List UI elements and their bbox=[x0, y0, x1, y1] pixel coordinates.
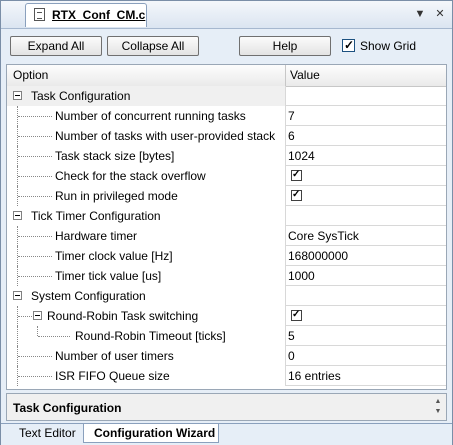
description-title: Task Configuration bbox=[13, 401, 122, 415]
tree-line bbox=[18, 316, 32, 318]
option-value[interactable]: 16 entries bbox=[288, 369, 341, 383]
show-grid-checkbox[interactable]: ✓ bbox=[342, 38, 355, 52]
option-row[interactable]: Number of tasks with user-provided stack… bbox=[7, 126, 446, 146]
option-row[interactable]: Task stack size [bytes] 1024 bbox=[7, 146, 446, 166]
collapse-toggle-icon[interactable] bbox=[33, 311, 42, 320]
option-row[interactable]: Number of concurrent running tasks 7 bbox=[7, 106, 446, 126]
collapse-toggle-icon[interactable] bbox=[13, 91, 22, 100]
option-value[interactable]: 168000000 bbox=[288, 249, 348, 263]
option-label: Number of user timers bbox=[55, 349, 174, 363]
group-row[interactable]: Task Configuration bbox=[7, 86, 446, 106]
file-tab[interactable]: RTX_Conf_CM.c bbox=[25, 3, 147, 27]
option-row[interactable]: Run in privileged mode ✓ bbox=[7, 186, 446, 206]
option-row[interactable]: Timer clock value [Hz] 168000000 bbox=[7, 246, 446, 266]
option-label: Round-Robin Timeout [ticks] bbox=[75, 329, 226, 343]
group-row[interactable]: System Configuration bbox=[7, 286, 446, 306]
tree-line bbox=[18, 236, 52, 238]
option-column-header: Option bbox=[13, 68, 49, 82]
tree-line bbox=[18, 116, 52, 118]
file-icon bbox=[34, 8, 45, 21]
checkmark-icon: ✓ bbox=[292, 189, 301, 200]
collapse-toggle-icon[interactable] bbox=[13, 291, 22, 300]
scroll-spinner[interactable]: ▲ ▼ bbox=[433, 397, 443, 417]
file-tab-title: RTX_Conf_CM.c bbox=[52, 8, 146, 22]
option-value[interactable]: 0 bbox=[288, 349, 295, 363]
tree-line bbox=[18, 356, 52, 358]
checkmark-icon: ✓ bbox=[292, 169, 301, 180]
collapse-all-button[interactable]: Collapse All bbox=[107, 36, 199, 56]
option-label: Number of tasks with user-provided stack bbox=[55, 129, 276, 143]
option-label: Timer clock value [Hz] bbox=[55, 249, 173, 263]
option-label: Tick Timer Configuration bbox=[31, 209, 161, 223]
option-row[interactable]: Round-Robin Task switching ✓ bbox=[7, 306, 446, 326]
option-value[interactable]: 5 bbox=[288, 329, 295, 343]
description-panel: Task Configuration ▲ ▼ bbox=[6, 393, 447, 421]
option-value[interactable]: 6 bbox=[288, 129, 295, 143]
option-value[interactable]: Core SysTick bbox=[288, 229, 359, 243]
option-label: Hardware timer bbox=[55, 229, 138, 243]
option-label: Round-Robin Task switching bbox=[47, 309, 199, 323]
tree-line bbox=[18, 256, 52, 258]
group-row[interactable]: Tick Timer Configuration bbox=[7, 206, 446, 226]
value-checkbox[interactable]: ✓ bbox=[291, 169, 302, 181]
grid-header: Option Value bbox=[7, 65, 446, 87]
tree-line bbox=[18, 176, 52, 178]
option-row[interactable]: Timer tick value [us] 1000 bbox=[7, 266, 446, 286]
tree-line bbox=[38, 336, 70, 338]
window-menu-icon[interactable]: ▼ bbox=[413, 7, 427, 21]
tree-line bbox=[18, 376, 52, 378]
expand-all-button[interactable]: Expand All bbox=[10, 36, 102, 56]
tree-line bbox=[17, 326, 19, 346]
tree-line bbox=[18, 156, 52, 158]
option-row[interactable]: Round-Robin Timeout [ticks] 5 bbox=[7, 326, 446, 346]
checkmark-icon: ✓ bbox=[344, 38, 355, 52]
tab-text-editor[interactable]: Text Editor bbox=[9, 424, 81, 443]
bottom-tab-bar: Text Editor Configuration Wizard bbox=[1, 423, 452, 445]
config-grid: Option Value Task Configuration Number of… bbox=[6, 64, 447, 390]
option-label: Number of concurrent running tasks bbox=[55, 109, 246, 123]
option-row[interactable]: ISR FIFO Queue size 16 entries bbox=[7, 366, 446, 386]
checkmark-icon: ✓ bbox=[292, 309, 301, 320]
tree-line bbox=[18, 276, 52, 278]
option-label: Check for the stack overflow bbox=[55, 169, 206, 183]
option-label: ISR FIFO Queue size bbox=[55, 369, 170, 383]
option-value[interactable]: 1000 bbox=[288, 269, 315, 283]
option-label: Task stack size [bytes] bbox=[55, 149, 175, 163]
option-row[interactable]: Check for the stack overflow ✓ bbox=[7, 166, 446, 186]
option-value[interactable]: 7 bbox=[288, 109, 295, 123]
title-tab-strip: RTX_Conf_CM.c ▼ ✕ bbox=[1, 1, 452, 29]
help-button[interactable]: Help bbox=[239, 36, 331, 56]
option-label: Task Configuration bbox=[31, 89, 131, 103]
value-checkbox[interactable]: ✓ bbox=[291, 189, 302, 201]
tab-configuration-wizard[interactable]: Configuration Wizard bbox=[83, 424, 219, 443]
collapse-toggle-icon[interactable] bbox=[13, 211, 22, 220]
toolbar: Expand All Collapse All Help ✓ Show Grid bbox=[7, 33, 446, 59]
value-checkbox[interactable]: ✓ bbox=[291, 309, 302, 321]
close-icon[interactable]: ✕ bbox=[433, 7, 447, 21]
option-row[interactable]: Hardware timer Core SysTick bbox=[7, 226, 446, 246]
option-label: Run in privileged mode bbox=[55, 189, 178, 203]
tree-line bbox=[18, 136, 52, 138]
tree-line bbox=[18, 196, 52, 198]
show-grid-label: Show Grid bbox=[360, 39, 417, 53]
option-label: System Configuration bbox=[31, 289, 146, 303]
option-value[interactable]: 1024 bbox=[288, 149, 315, 163]
option-row[interactable]: Number of user timers 0 bbox=[7, 346, 446, 366]
tree-line bbox=[37, 326, 39, 336]
option-label: Timer tick value [us] bbox=[55, 269, 162, 283]
value-column-header: Value bbox=[290, 68, 320, 82]
config-wizard-window: RTX_Conf_CM.c ▼ ✕ Expand All Collapse Al… bbox=[0, 0, 453, 445]
